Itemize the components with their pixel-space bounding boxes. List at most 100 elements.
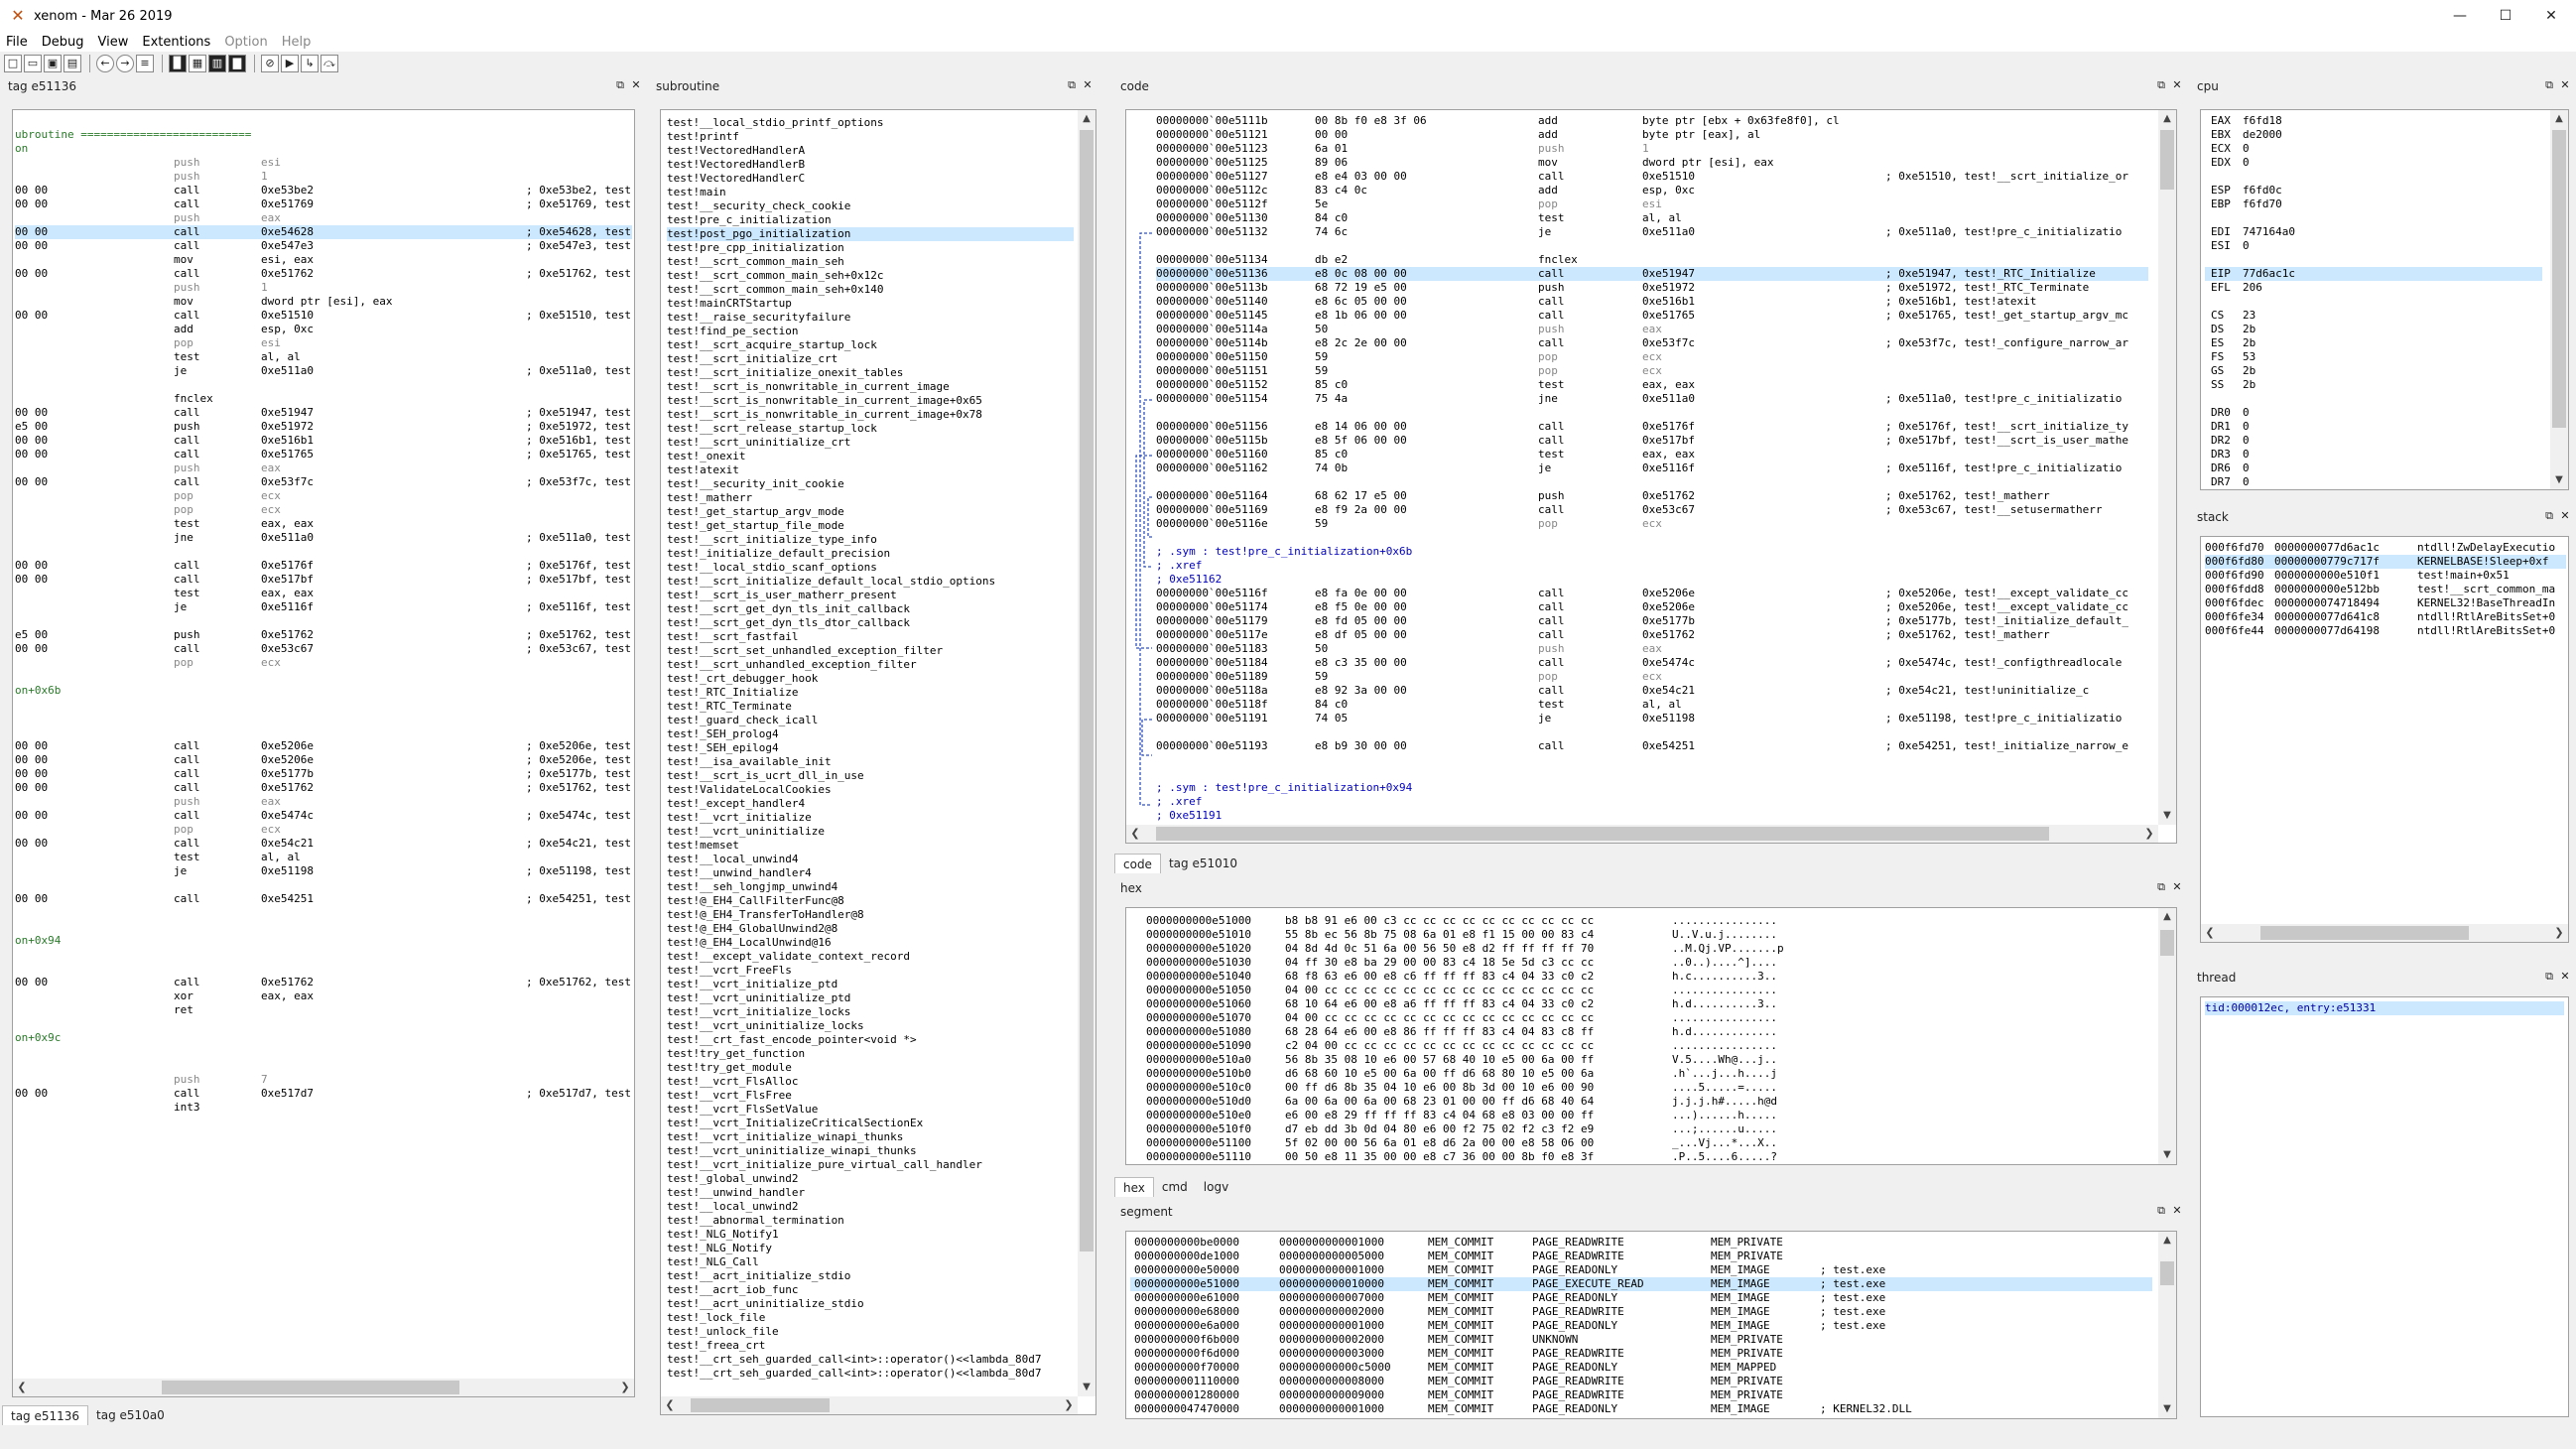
horizontal-scrollbar[interactable]: ❮ ❯ (13, 1379, 634, 1396)
vertical-scrollbar[interactable]: ▲ ▼ (2550, 110, 2568, 489)
step-over-icon[interactable]: ⤼ (321, 55, 338, 72)
disasm-row[interactable] (15, 670, 632, 684)
disasm-row[interactable]: int3 (15, 1101, 632, 1115)
subroutine-item[interactable]: test!memset (667, 839, 1074, 853)
tab-tag-e51136[interactable]: tag e51136 (2, 1405, 89, 1425)
register-row[interactable] (2205, 170, 2542, 184)
register-row[interactable]: ECX 0 (2205, 142, 2542, 156)
subroutine-item[interactable]: test!__seh_longjmp_unwind4 (667, 880, 1074, 894)
subroutine-item[interactable]: test!__scrt_fastfail (667, 630, 1074, 644)
code-row[interactable]: 00000000`00e51183 50 push eax (1156, 642, 2148, 656)
register-row[interactable]: EBX de2000 (2205, 128, 2542, 142)
subroutine-item[interactable]: test!__except_validate_context_record (667, 950, 1074, 964)
subroutine-item[interactable]: test!__scrt_is_nonwritable_in_current_im… (667, 408, 1074, 422)
disasm-row[interactable]: je 0xe511a0 ; 0xe511a0, test (15, 364, 632, 378)
disasm-row[interactable]: je 0xe51198 ; 0xe51198, test (15, 864, 632, 878)
hex-row[interactable]: 0000000000e51080 68 28 64 e6 00 e8 86 ff … (1146, 1025, 2148, 1039)
code-row[interactable]: 00000000`00e51123 6a 01 push 1 (1156, 142, 2148, 156)
subroutine-item[interactable]: test!__isa_available_init (667, 755, 1074, 769)
segment-row[interactable]: 0000000001280000 0000000000009000 MEM_COMM… (1130, 1388, 2152, 1402)
subroutine-item[interactable]: test!__unwind_handler4 (667, 866, 1074, 880)
code-row[interactable]: 00000000`00e51179 e8 fd 05 00 00 call 0xe51… (1156, 614, 2148, 628)
segment-row[interactable]: 0000000000be0000 0000000000001000 MEM_COMM… (1130, 1236, 2152, 1250)
segment-row[interactable]: 0000000000e50000 0000000000001000 MEM_COMM… (1130, 1263, 2152, 1277)
disasm-row[interactable] (15, 878, 632, 892)
subroutine-item[interactable]: test!__scrt_set_unhandled_exception_filt… (667, 644, 1074, 658)
tab-tag-e510a0[interactable]: tag e510a0 (88, 1405, 173, 1425)
disasm-row[interactable]: on+0x6b (15, 684, 632, 698)
subroutine-item[interactable]: test!__security_check_cookie (667, 199, 1074, 213)
hex-row[interactable]: 0000000000e510a0 56 8b 35 08 10 e6 00 57 … (1146, 1053, 2148, 1067)
scroll-left-icon[interactable]: ❮ (661, 1396, 679, 1414)
register-row[interactable]: FS 53 (2205, 350, 2542, 364)
subroutine-item[interactable]: test!__acrt_initialize_stdio (667, 1269, 1074, 1283)
subroutine-item[interactable]: test!__security_init_cookie (667, 477, 1074, 491)
disasm-row[interactable]: push esi (15, 156, 632, 170)
register-view-icon[interactable]: ▇ (228, 55, 246, 72)
subroutine-item[interactable]: test!find_pe_section (667, 325, 1074, 338)
code-row[interactable]: 00000000`00e5113b 68 72 19 e5 00 push 0xe51… (1156, 281, 2148, 295)
maximize-button[interactable]: ☐ (2483, 0, 2528, 32)
subroutine-item[interactable]: test!_NLG_Notify (667, 1242, 1074, 1255)
subroutine-item[interactable]: test!__acrt_iob_func (667, 1283, 1074, 1297)
subroutine-item[interactable]: test!_except_handler4 (667, 797, 1074, 811)
disasm-row[interactable]: 00 00 call 0xe51762 ; 0xe51762, test (15, 267, 632, 281)
hex-row[interactable]: 0000000000e51030 04 ff 30 e8 ba 29 00 00 … (1146, 956, 2148, 970)
menu-extentions[interactable]: Extentions (142, 35, 210, 50)
stack-row[interactable]: 000f6fd80 00000000779c717f KERNELBASE!Slee… (2205, 555, 2566, 569)
code-row[interactable]: ; .xref (1156, 795, 2148, 809)
close-panel-icon[interactable]: ✕ (2170, 1204, 2184, 1218)
code-row[interactable]: 00000000`00e5118f 84 c0 test al, al (1156, 698, 2148, 712)
code-row[interactable]: ; .sym : test!pre_c_initialization+0x94 (1156, 781, 2148, 795)
disasm-row[interactable]: on (15, 142, 632, 156)
subroutine-item[interactable]: test!__vcrt_uninitialize_locks (667, 1019, 1074, 1033)
subroutine-item[interactable]: test!atexit (667, 463, 1074, 477)
code-row[interactable]: 00000000`00e51162 74 0b je 0xe5116f ; 0xe511… (1156, 461, 2148, 475)
disasm-row[interactable]: ubroutine ========================== (15, 128, 632, 142)
segment-row[interactable]: 0000000000e68000 0000000000002000 MEM_COMM… (1130, 1305, 2152, 1319)
subroutine-item[interactable]: test!__scrt_uninitialize_crt (667, 436, 1074, 450)
scroll-left-icon[interactable]: ❮ (1126, 825, 1144, 843)
scroll-up-icon[interactable]: ▲ (2158, 908, 2176, 926)
close-panel-icon[interactable]: ✕ (2558, 78, 2572, 92)
disasm-row[interactable] (15, 1017, 632, 1031)
code-row[interactable]: 00000000`00e51127 e8 e4 03 00 00 call 0xe51… (1156, 170, 2148, 184)
hex-row[interactable]: 0000000000e510c0 00 ff d6 8b 35 04 10 e6 … (1146, 1081, 2148, 1095)
segment-row[interactable]: 0000000000e61000 0000000000007000 MEM_COMM… (1130, 1291, 2152, 1305)
disasm-row[interactable]: add esp, 0xc (15, 323, 632, 336)
subroutine-item[interactable]: test!_SEH_epilog4 (667, 741, 1074, 755)
subroutine-item[interactable]: test!__abnormal_termination (667, 1214, 1074, 1228)
tab-tag-e51010[interactable]: tag e51010 (1161, 854, 1245, 873)
hex-row[interactable]: 0000000000e510f0 d7 eb dd 3b 0d 04 80 e6 … (1146, 1122, 2148, 1136)
subroutine-item[interactable]: test!__vcrt_initialize (667, 811, 1074, 825)
menu-option[interactable]: Option (224, 35, 267, 50)
scroll-right-icon[interactable]: ❯ (616, 1379, 634, 1396)
menu-help[interactable]: Help (282, 35, 312, 50)
disasm-row[interactable]: 00 00 call 0xe517bf ; 0xe517bf, test (15, 573, 632, 587)
disasm-row[interactable]: 00 00 call 0xe51762 ; 0xe51762, test (15, 781, 632, 795)
subroutine-item[interactable]: test!_RTC_Terminate (667, 700, 1074, 714)
thread-row[interactable]: tid:000012ec, entry:e51331 (2205, 1001, 2564, 1015)
disasm-row[interactable] (15, 614, 632, 628)
disasm-row[interactable]: 00 00 call 0xe5176f ; 0xe5176f, test (15, 559, 632, 573)
code-view-icon[interactable]: ▉ (169, 55, 187, 72)
register-row[interactable]: EDI 747164a0 (2205, 225, 2542, 239)
segment-row[interactable]: 0000000000de1000 0000000000005000 MEM_COMM… (1130, 1250, 2152, 1263)
disasm-row[interactable]: 00 00 call 0xe5177b ; 0xe5177b, test (15, 767, 632, 781)
vertical-scrollbar[interactable]: ▲ ▼ (1078, 110, 1095, 1396)
subroutine-item[interactable]: test!__local_stdio_scanf_options (667, 561, 1074, 575)
register-row[interactable] (2205, 253, 2542, 267)
horizontal-scrollbar[interactable]: ❮ ❯ (1126, 825, 2158, 843)
code-row[interactable]: 00000000`00e5117e e8 df 05 00 00 call 0xe51… (1156, 628, 2148, 642)
register-row[interactable]: DR6 0 (2205, 461, 2542, 475)
subroutine-item[interactable]: test!__crt_seh_guarded_call<int>::operat… (667, 1353, 1074, 1367)
disasm-row[interactable]: pop esi (15, 336, 632, 350)
scroll-right-icon[interactable]: ❯ (1060, 1396, 1078, 1414)
subroutine-item[interactable]: test!@_EH4_CallFilterFunc@8 (667, 894, 1074, 908)
disasm-row[interactable]: 00 00 call 0xe51510 ; 0xe51510, test (15, 309, 632, 323)
register-row[interactable]: ES 2b (2205, 336, 2542, 350)
disasm-row[interactable]: push eax (15, 461, 632, 475)
hex-row[interactable]: 0000000000e51040 68 f8 63 e6 00 e8 c6 ff … (1146, 970, 2148, 984)
hex-row[interactable]: 0000000000e51010 55 8b ec 56 8b 75 08 6a … (1146, 928, 2148, 942)
scroll-up-icon[interactable]: ▲ (2158, 1232, 2176, 1250)
